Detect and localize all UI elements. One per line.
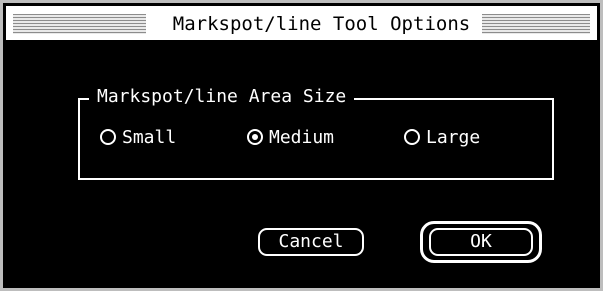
radio-medium[interactable]: Medium: [247, 123, 334, 151]
radio-small[interactable]: Small: [100, 123, 176, 151]
radio-medium-label[interactable]: Medium: [269, 127, 334, 148]
area-size-group-label: Markspot/line Area Size: [89, 84, 355, 110]
radio-small-circle-icon[interactable]: [100, 129, 116, 145]
ok-button-default-frame[interactable]: OK: [420, 221, 542, 263]
dialog-content: Markspot/line Area Size Small Medium Lar…: [6, 42, 597, 285]
dialog-window: Markspot/line Tool Options Markspot/line…: [0, 0, 603, 291]
radio-large[interactable]: Large: [404, 123, 480, 151]
radio-large-label[interactable]: Large: [426, 127, 480, 148]
area-size-groupbox: Markspot/line Area Size Small Medium Lar…: [78, 84, 554, 180]
cancel-button[interactable]: Cancel: [258, 228, 364, 256]
ok-button[interactable]: OK: [429, 228, 533, 256]
title-bar-stripes-left: [13, 14, 147, 34]
radio-small-label[interactable]: Small: [122, 127, 176, 148]
radio-medium-circle-icon[interactable]: [247, 129, 263, 145]
title-bar-stripes-right: [482, 14, 590, 34]
dialog-title: Markspot/line Tool Options: [146, 12, 497, 36]
radio-selected-dot-icon: [252, 134, 258, 140]
radio-large-circle-icon[interactable]: [404, 129, 420, 145]
title-bar[interactable]: Markspot/line Tool Options: [6, 6, 597, 42]
